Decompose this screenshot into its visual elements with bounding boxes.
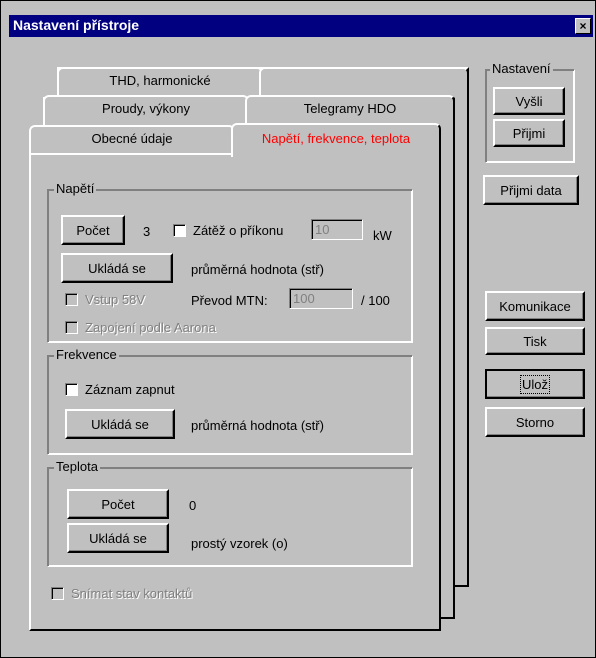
storno-label: Storno <box>515 414 555 430</box>
title-bar: Nastavení přístroje × <box>9 15 593 37</box>
frekvence-uklada-value: průměrná hodnota (stř) <box>191 418 324 433</box>
frekvence-uklada-button[interactable]: Ukládá se <box>65 409 175 439</box>
napeti-uklada-label: Ukládá se <box>88 260 146 276</box>
prijmi-data-button[interactable]: Přijmi data <box>483 175 579 205</box>
nastaveni-group-title: Nastavení <box>490 61 553 76</box>
teplota-uklada-button[interactable]: Ukládá se <box>67 523 169 553</box>
vstup-checkbox[interactable] <box>65 293 78 306</box>
dialog-client: THD, harmonické Proudy, výkony Telegramy… <box>9 37 593 655</box>
prevod-label: Převod MTN: <box>191 293 268 308</box>
tab-napeti[interactable]: Napětí, frekvence, teplota <box>231 123 441 157</box>
napeti-pocet-button[interactable]: Počet <box>61 215 125 245</box>
napeti-pocet-value: 3 <box>143 224 151 239</box>
prevod-suffix: / 100 <box>361 293 390 308</box>
window-title: Nastavení přístroje <box>13 17 140 33</box>
tab-obecne[interactable]: Obecné údaje <box>29 125 235 153</box>
prijmi-data-label: Přijmi data <box>500 182 562 198</box>
teplota-uklada-label: Ukládá se <box>89 530 147 546</box>
tisk-label: Tisk <box>523 333 547 349</box>
frekvence-uklada-label: Ukládá se <box>91 416 149 432</box>
tab-telegramy-label: Telegramy HDO <box>303 101 397 116</box>
settings-dialog: Nastavení přístroje × THD, harmonické Pr… <box>0 0 596 658</box>
prevod-input[interactable]: 100 <box>289 288 353 309</box>
zatez-input[interactable]: 10 <box>311 219 363 240</box>
zatez-label: Zátěž o příkonu <box>193 223 284 238</box>
uloz-button[interactable]: Ulož <box>485 369 585 399</box>
zaznam-label: Záznam zapnut <box>85 382 175 397</box>
uloz-label: Ulož <box>519 374 551 394</box>
komunikace-button[interactable]: Komunikace <box>485 291 585 321</box>
teplota-group-title: Teplota <box>54 459 100 474</box>
vysli-label: Vyšli <box>515 93 543 109</box>
tab-thd-label: THD, harmonické <box>109 73 211 88</box>
storno-button[interactable]: Storno <box>485 407 585 437</box>
prijmi-label: Přijmi <box>512 125 546 141</box>
komunikace-label: Komunikace <box>499 298 571 314</box>
zapojeni-checkbox[interactable] <box>65 321 78 334</box>
close-icon[interactable]: × <box>579 19 586 33</box>
tab-blank[interactable] <box>259 67 469 95</box>
tab-proudy[interactable]: Proudy, výkony <box>43 95 249 123</box>
teplota-pocet-value: 0 <box>189 498 197 513</box>
tab-obecne-label: Obecné údaje <box>91 131 173 146</box>
nastaveni-group: Nastavení <box>485 61 575 163</box>
tab-thd[interactable]: THD, harmonické <box>57 67 263 95</box>
snimat-checkbox[interactable] <box>51 587 64 600</box>
teplota-uklada-value: prostý vzorek (o) <box>191 536 288 551</box>
vysli-button[interactable]: Vyšli <box>493 87 565 115</box>
napeti-uklada-value: průměrná hodnota (stř) <box>191 262 324 277</box>
vstup-label: Vstup 58V <box>85 292 145 307</box>
snimat-label: Snímat stav kontaktů <box>71 586 193 601</box>
zatez-unit: kW <box>373 228 392 243</box>
tab-proudy-label: Proudy, výkony <box>102 101 190 116</box>
tisk-button[interactable]: Tisk <box>485 327 585 355</box>
napeti-uklada-button[interactable]: Ukládá se <box>61 253 173 283</box>
frekvence-group-title: Frekvence <box>54 347 119 362</box>
prijmi-button[interactable]: Přijmi <box>493 119 565 147</box>
teplota-pocet-button[interactable]: Počet <box>67 489 169 519</box>
napeti-group-title: Napětí <box>54 181 97 196</box>
teplota-pocet-label: Počet <box>101 496 135 512</box>
zaznam-checkbox[interactable] <box>65 383 78 396</box>
tab-napeti-label: Napětí, frekvence, teplota <box>261 131 411 146</box>
tab-telegramy[interactable]: Telegramy HDO <box>245 95 455 123</box>
close-button[interactable]: × <box>575 18 591 34</box>
zapojeni-label: Zapojení podle Aarona <box>85 320 216 335</box>
napeti-pocet-label: Počet <box>76 222 110 238</box>
frekvence-group: Frekvence <box>47 347 413 455</box>
zatez-checkbox[interactable] <box>173 224 186 237</box>
